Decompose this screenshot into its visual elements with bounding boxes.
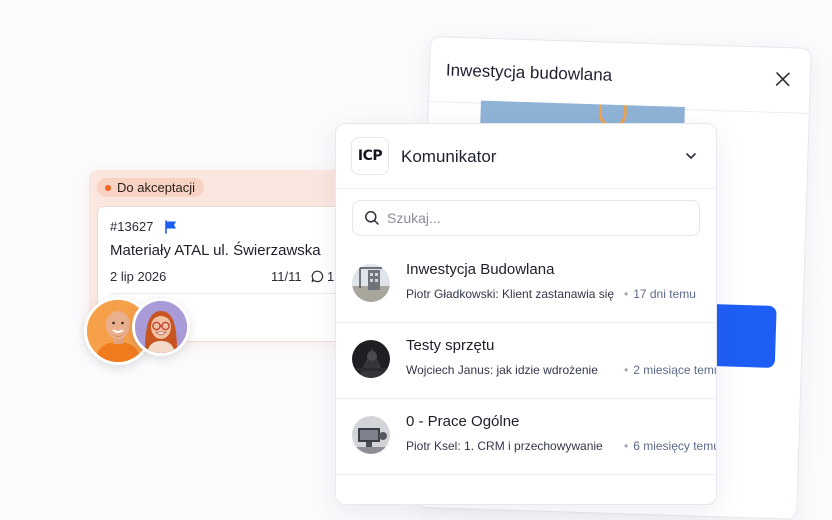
communicator-title: Komunikator bbox=[401, 147, 497, 166]
task-id: #13627 bbox=[110, 219, 154, 234]
conversation-item[interactable]: Testy sprzętu Wojciech Janus: jak idzie … bbox=[336, 322, 716, 399]
app-logo: ICP bbox=[351, 137, 389, 175]
divider bbox=[110, 293, 337, 294]
close-icon[interactable] bbox=[774, 70, 793, 89]
avatar[interactable] bbox=[132, 298, 190, 356]
office-photo bbox=[352, 416, 390, 454]
conversation-preview: Piotr Gładkowski: Klient zastanawia się bbox=[406, 287, 615, 301]
chevron-down-icon[interactable] bbox=[684, 149, 698, 163]
task-title: Materiały ATAL ul. Świerzawska bbox=[110, 242, 321, 259]
search-input[interactable] bbox=[387, 201, 687, 235]
conversation-name: 0 - Prace Ogólne bbox=[406, 413, 520, 430]
equipment-photo bbox=[352, 340, 390, 378]
status-dot bbox=[105, 184, 111, 191]
flag-icon bbox=[165, 220, 176, 234]
conversation-item[interactable]: 0 - Prace Ogólne Piotr Ksel: 1. CRM i pr… bbox=[336, 398, 716, 475]
task-due-date: 2 lip 2026 bbox=[110, 269, 167, 284]
communicator-header[interactable]: ICP Komunikator bbox=[336, 124, 716, 189]
avatar-woman bbox=[135, 301, 187, 353]
search-icon bbox=[365, 211, 379, 225]
construction-photo bbox=[352, 264, 390, 302]
conversation-preview: Piotr Ksel: 1. CRM i przechowywanie bbox=[406, 439, 603, 453]
conversation-time: 2 miesiące temu bbox=[624, 363, 716, 377]
conversation-time: 17 dni temu bbox=[624, 287, 696, 301]
project-modal-title: Inwestycja budowlana bbox=[445, 60, 613, 85]
conversation-avatar bbox=[352, 416, 390, 454]
status-label: Do akceptacji bbox=[117, 180, 196, 195]
conversation-avatar bbox=[352, 264, 390, 302]
conversation-time: 6 miesięcy temu bbox=[624, 439, 716, 453]
conversation-preview: Wojciech Janus: jak idzie wdrożenie bbox=[406, 363, 598, 377]
conversation-name: Inwestycja Budowlana bbox=[406, 261, 555, 278]
status-badge: Do akceptacji bbox=[97, 178, 205, 197]
communicator-panel: ICP Komunikator Inwestycja Budowlana bbox=[335, 123, 717, 505]
comment-icon bbox=[311, 270, 324, 283]
conversation-name: Testy sprzętu bbox=[406, 337, 495, 354]
conversation-item[interactable]: Inwestycja Budowlana Piotr Gładkowski: K… bbox=[336, 246, 716, 323]
task-comments: 1 bbox=[311, 269, 334, 284]
comments-count: 1 bbox=[327, 269, 335, 284]
conversation-avatar bbox=[352, 340, 390, 378]
search-box bbox=[352, 200, 700, 236]
task-checklist-progress: 11/11 bbox=[271, 269, 302, 284]
